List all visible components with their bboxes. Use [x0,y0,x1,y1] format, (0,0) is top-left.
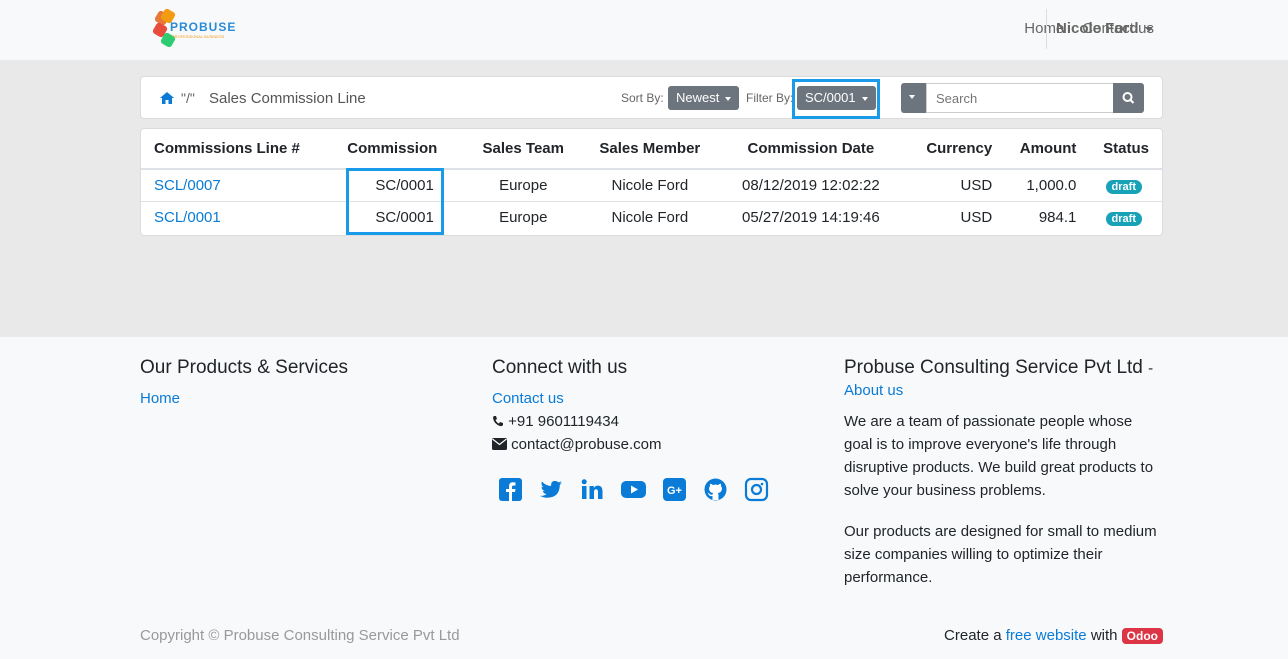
breadcrumb-title: Sales Commission Line [209,90,366,107]
currency-cell: USD [902,200,999,233]
col-header-status: Status [1082,129,1162,170]
col-header-currency: Currency [902,129,999,170]
sort-dropdown-button[interactable]: Newest [668,86,740,110]
col-header-member: Sales Member [580,129,720,170]
nav-divider [1046,9,1047,49]
amount-cell: 1,000.0 [998,168,1083,201]
instagram-icon[interactable] [744,477,769,502]
github-icon[interactable] [703,477,728,502]
twitter-icon[interactable] [539,477,564,502]
table-row[interactable]: SCL/0001 SC/0001 Europe Nicole Ford 05/2… [141,200,1162,233]
credit-prefix: Create a [944,627,1002,644]
free-website-link[interactable]: free website [1006,627,1087,644]
svg-text:G+: G+ [667,485,682,497]
footer-email: contact@probuse.com [492,433,661,456]
email-address: contact@probuse.com [511,436,662,453]
footer-connect-title: Connect with us [492,357,628,378]
website-credit: Create a free website with Odoo [944,627,1163,644]
envelope-icon [492,438,507,450]
status-badge: draft [1105,211,1142,226]
table-row[interactable]: SCL/0007 SC/0001 Europe Nicole Ford 08/1… [141,168,1162,201]
phone-number: +91 9601119434 [508,413,619,430]
odoo-badge[interactable]: Odoo [1121,628,1163,644]
portal-toolbar: "/" Sales Commission Line Sort By: Newes… [140,76,1163,119]
team-cell: Europe [465,168,581,201]
chevron-down-icon [909,95,915,99]
amount-cell: 984.1 [998,200,1083,233]
footer-products-title: Our Products & Services [140,357,349,378]
table-header-row: Commissions Line # Commission Sales Team… [141,129,1162,170]
team-cell: Europe [465,200,581,233]
phone-icon [493,416,503,427]
social-icons: G+ [498,477,769,502]
filter-highlight-box [792,79,880,119]
footer-home-link[interactable]: Home [140,387,180,410]
col-header-date: Commission Date [719,129,903,170]
title-separator: - [1148,360,1154,377]
top-navbar: PROBUSE PROFESSIONAL BUSINESS Home Conta… [0,0,1288,60]
credit-mid: with [1090,627,1118,644]
logo-text: PROBUSE [170,20,237,34]
search-options-dropdown[interactable] [901,83,926,113]
filter-label: Filter By: [746,91,794,105]
home-icon[interactable] [159,91,175,109]
line-link[interactable]: SCL/0007 [154,177,221,194]
youtube-icon[interactable] [621,477,646,502]
probuse-logo[interactable]: PROBUSE PROFESSIONAL BUSINESS [151,7,235,50]
member-cell: Nicole Ford [580,168,720,201]
date-cell: 05/27/2019 14:19:46 [719,200,903,233]
col-header-line: Commissions Line # [141,129,344,170]
col-header-amount: Amount [998,129,1083,170]
google-plus-icon[interactable]: G+ [662,477,687,502]
search-icon [1122,92,1135,104]
commission-column-highlight-box [346,168,444,235]
footer-company-title: Probuse Consulting Service Pvt Ltd - [844,357,1153,379]
status-badge: draft [1105,179,1142,194]
user-menu-dropdown[interactable]: Nicole Ford [1056,20,1153,37]
footer-about-link[interactable]: About us [844,379,903,402]
breadcrumb-separator: "/" [181,90,195,106]
date-cell: 08/12/2019 12:02:22 [719,168,903,201]
currency-cell: USD [902,168,999,201]
chevron-down-icon [725,96,732,101]
chevron-down-icon [1144,26,1153,32]
facebook-icon[interactable] [498,477,523,502]
user-name: Nicole Ford [1056,20,1139,37]
member-cell: Nicole Ford [580,200,720,233]
linkedin-icon[interactable] [580,477,605,502]
search-button[interactable] [1113,83,1144,113]
company-name: Probuse Consulting Service Pvt Ltd [844,357,1143,378]
sort-label: Sort By: [621,91,664,105]
commission-lines-table: Commissions Line # Commission Sales Team… [140,128,1163,236]
search-group [901,83,1144,113]
about-paragraph-1: We are a team of passionate people whose… [844,413,1154,499]
sort-value: Newest [676,90,720,105]
copyright-text: Copyright © Probuse Consulting Service P… [140,627,460,644]
footer-phone: +91 9601119434 [492,410,619,433]
logo-subtext: PROFESSIONAL BUSINESS [172,34,225,39]
col-header-team: Sales Team [465,129,581,170]
about-paragraph-2: Our products are designed for small to m… [844,523,1157,586]
footer: Our Products & Services Home Connect wit… [0,337,1288,659]
line-link[interactable]: SCL/0001 [154,209,221,226]
footer-contact-link[interactable]: Contact us [492,387,564,410]
search-input[interactable] [926,83,1114,113]
col-header-commission: Commission [343,129,466,170]
